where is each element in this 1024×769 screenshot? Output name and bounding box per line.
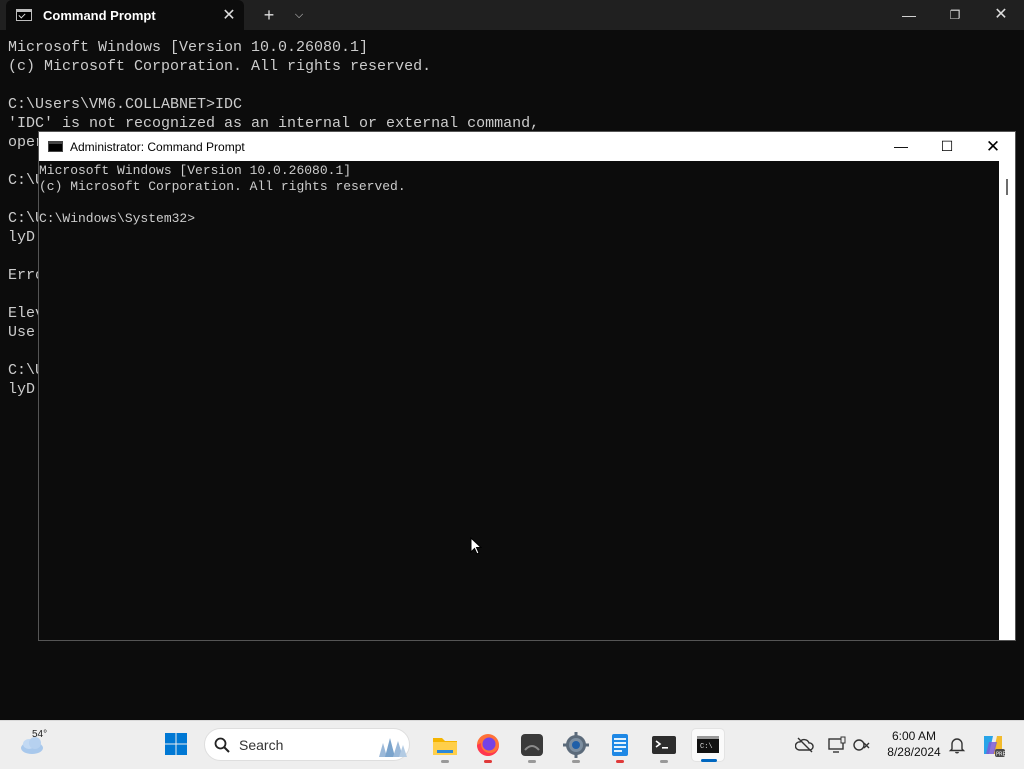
search-icon bbox=[214, 737, 230, 753]
taskbar-app-terminal[interactable] bbox=[647, 728, 681, 763]
onedrive-offline-icon[interactable] bbox=[795, 735, 815, 755]
admin-title-bar[interactable]: Administrator: Command Prompt — ☐ ✕ bbox=[39, 132, 1015, 161]
taskbar-app-notepad[interactable] bbox=[603, 728, 637, 763]
admin-window-title: Administrator: Command Prompt bbox=[70, 139, 245, 154]
minimize-button[interactable]: — bbox=[886, 0, 932, 30]
taskbar-app-file-explorer[interactable] bbox=[428, 728, 462, 763]
taskbar-app-media[interactable] bbox=[515, 728, 549, 763]
weather-temperature: 54° bbox=[32, 729, 48, 740]
console-line: Microsoft Windows [Version 10.0.26080.1] bbox=[8, 39, 369, 56]
scrollbar-thumb[interactable] bbox=[1006, 179, 1008, 195]
admin-minimize-button[interactable]: — bbox=[878, 132, 924, 161]
tab-dropdown-button[interactable]: ⌵ bbox=[289, 4, 309, 26]
clock-date: 8/28/2024 bbox=[887, 745, 941, 759]
notepad-icon bbox=[612, 734, 628, 756]
clock[interactable]: 6:00 AM 8/28/2024 bbox=[880, 728, 948, 760]
firefox-icon bbox=[477, 734, 499, 756]
search-placeholder: Search bbox=[239, 737, 284, 753]
start-windows-icon[interactable] bbox=[165, 733, 187, 755]
media-icon bbox=[521, 734, 543, 756]
tab-title: Command Prompt bbox=[43, 7, 156, 23]
search-highlight-icon bbox=[379, 738, 407, 757]
tab-bar: Command Prompt ✕ + ⌵ — ❐ ✕ bbox=[0, 0, 1024, 30]
close-button[interactable]: ✕ bbox=[978, 0, 1024, 30]
restore-button[interactable]: ❐ bbox=[932, 0, 978, 30]
admin-console-output[interactable]: Microsoft Windows [Version 10.0.26080.1]… bbox=[39, 163, 406, 227]
taskbar-app-firefox[interactable] bbox=[471, 728, 505, 763]
cmd-icon bbox=[48, 141, 63, 152]
cmd-icon bbox=[16, 9, 32, 21]
running-indicator bbox=[441, 760, 449, 763]
close-tab-icon[interactable]: ✕ bbox=[214, 5, 244, 25]
network-icon[interactable] bbox=[852, 735, 872, 755]
gear-icon bbox=[563, 732, 589, 758]
svg-text:PRE: PRE bbox=[996, 752, 1006, 758]
vertical-scrollbar[interactable] bbox=[999, 161, 1015, 640]
admin-cmd-window: Administrator: Command Prompt — ☐ ✕ Micr… bbox=[38, 131, 1016, 641]
clock-time: 6:00 AM bbox=[891, 729, 937, 743]
console-line: (c) Microsoft Corporation. All rights re… bbox=[8, 58, 432, 75]
folder-icon bbox=[433, 738, 457, 755]
active-indicator bbox=[701, 759, 717, 762]
running-indicator bbox=[660, 760, 668, 763]
console-line: Microsoft Windows [Version 10.0.26080.1] bbox=[39, 163, 352, 178]
taskbar-app-settings[interactable] bbox=[559, 728, 593, 763]
admin-close-button[interactable]: ✕ bbox=[970, 132, 1016, 161]
running-indicator bbox=[572, 760, 580, 763]
terminal-icon bbox=[652, 736, 676, 754]
search-box[interactable]: Search bbox=[204, 728, 410, 761]
tab-command-prompt[interactable]: Command Prompt ✕ bbox=[6, 0, 244, 30]
console-line: (c) Microsoft Corporation. All rights re… bbox=[39, 179, 406, 194]
console-line: C:\Users\VM6.COLLABNET>IDC bbox=[8, 96, 243, 113]
taskbar: 54° Search C:\ 6:00 AM 8/28/2024 PRE bbox=[0, 720, 1024, 769]
new-tab-button[interactable]: + bbox=[258, 4, 280, 26]
cmd-icon: C:\ bbox=[697, 736, 719, 753]
running-indicator bbox=[484, 760, 492, 763]
taskbar-app-command-prompt[interactable]: C:\ bbox=[691, 728, 725, 762]
admin-maximize-button[interactable]: ☐ bbox=[924, 132, 970, 161]
console-line: C:\Windows\System32> bbox=[39, 211, 196, 226]
svg-text:C:\: C:\ bbox=[700, 743, 713, 751]
display-icon[interactable] bbox=[827, 735, 847, 755]
notification-bell-icon[interactable] bbox=[947, 735, 967, 755]
copilot-icon[interactable]: PRE bbox=[980, 732, 1006, 758]
running-indicator bbox=[616, 760, 624, 763]
mouse-cursor-icon bbox=[470, 537, 482, 555]
running-indicator bbox=[528, 760, 536, 763]
